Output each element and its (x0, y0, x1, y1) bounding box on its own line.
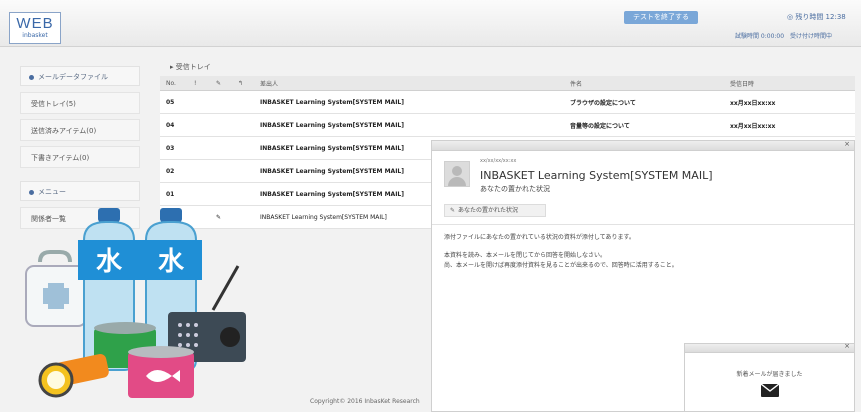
new-mail-notification[interactable]: × 新着メールが届きました (684, 342, 855, 412)
mail-from: INBASKET Learning System[SYSTEM MAIL] (254, 90, 564, 114)
col-header-no[interactable]: No. (160, 76, 188, 91)
logo-sub-text: inbasket (22, 32, 48, 39)
body-line: 添付ファイルにあなたの置かれている状況の資料が添付してあります。 (444, 234, 635, 241)
emergency-supplies-illustration: 水 水 (25, 208, 246, 398)
mail-attach (210, 90, 232, 114)
svg-text:水: 水 (96, 247, 123, 277)
mail-folders-title: メールデータファイル (38, 73, 108, 81)
logo-main-text: WEB (16, 15, 54, 32)
paperclip-icon: ✎ (450, 207, 456, 214)
table-row[interactable]: 04 INBASKET Learning System[SYSTEM MAIL]… (160, 113, 855, 137)
close-icon[interactable]: × (844, 342, 850, 350)
mail-date: xx月xx日xx:xx (724, 113, 855, 137)
folder-title: ▸ 受信トレイ (170, 63, 211, 71)
sidebar-item-sent[interactable]: 送信済みアイテム(0) (20, 119, 140, 141)
preview-sender: INBASKET Learning System[SYSTEM MAIL] (480, 169, 713, 182)
mail-no: 05 (160, 90, 188, 114)
mail-folders-header: メールデータファイル (20, 66, 140, 86)
mail-subject: ブラウザの設定について (564, 90, 724, 114)
close-icon[interactable]: × (844, 140, 850, 148)
mail-date: xx月xx日xx:xx (724, 90, 855, 114)
col-header-flag[interactable]: ! (188, 76, 210, 91)
flashlight (38, 353, 109, 398)
table-row[interactable]: 05 INBASKET Learning System[SYSTEM MAIL]… (160, 90, 855, 114)
divider (432, 224, 854, 225)
svg-text:水: 水 (158, 247, 185, 277)
preview-body: 添付ファイルにあなたの置かれている状況の資料が添付してあります。 本資料を読み、… (444, 233, 678, 271)
preview-date: xx/xx/xx/xx:xx (480, 158, 517, 164)
bullet-icon (29, 74, 34, 80)
end-test-button[interactable]: テストを終了する (624, 11, 698, 24)
sidebar-item-drafts[interactable]: 下書きアイテム(0) (20, 146, 140, 168)
body-line: 尚、本メールを開けば再度添付資料を見ることが出来るので、回答時に活用すること。 (444, 262, 678, 269)
col-header-reply[interactable]: ↰ (232, 76, 254, 91)
attachment-label: あなたの置かれた状況 (458, 207, 519, 214)
app-logo: WEB inbasket (9, 12, 61, 44)
status-links: 試験時間 0:00:00 受け付け時間中 (735, 33, 833, 40)
mail-from: INBASKET Learning System[SYSTEM MAIL] (254, 113, 564, 137)
preview-titlebar[interactable]: × (432, 140, 854, 151)
mail-no: 02 (160, 159, 188, 183)
mail-attach (210, 136, 232, 160)
mail-no: 04 (160, 113, 188, 137)
notification-titlebar: × (685, 342, 854, 353)
table-header-row: No. ! ✎ ↰ 差出人 件名 受信日時 (160, 76, 855, 91)
mail-attach (210, 113, 232, 137)
col-header-date[interactable]: 受信日時 (724, 76, 855, 91)
mail-subject: 音量等の設定について (564, 113, 724, 137)
col-header-from[interactable]: 差出人 (254, 76, 564, 91)
menu-header: メニュー (20, 181, 140, 201)
first-aid-kit (25, 250, 87, 327)
footer-copyright: Copyright© 2016 InbasKet Research (310, 398, 420, 405)
bullet-icon (29, 189, 34, 195)
sidebar-item-inbox[interactable]: 受信トレイ(5) (20, 92, 140, 114)
col-header-subject[interactable]: 件名 (564, 76, 724, 91)
mail-no: 03 (160, 136, 188, 160)
attachment-button[interactable]: ✎ あなたの置かれた状況 (444, 204, 546, 217)
mail-attach (210, 159, 232, 183)
preview-subject: あなたの置かれた状況 (480, 185, 550, 193)
body-line: 本資料を読み、本メールを閉じてから回答を開始しなさい。 (444, 252, 607, 259)
notification-text: 新着メールが届きました (736, 371, 803, 378)
menu-title: メニュー (38, 188, 66, 196)
envelope-icon (761, 384, 779, 397)
time-remaining: ◎ 残り時間 12:38 (787, 13, 846, 21)
col-header-attach[interactable]: ✎ (210, 76, 232, 91)
avatar (444, 161, 470, 187)
top-bar: WEB inbasket テストを終了する ◎ 残り時間 12:38 試験時間 … (0, 0, 861, 47)
